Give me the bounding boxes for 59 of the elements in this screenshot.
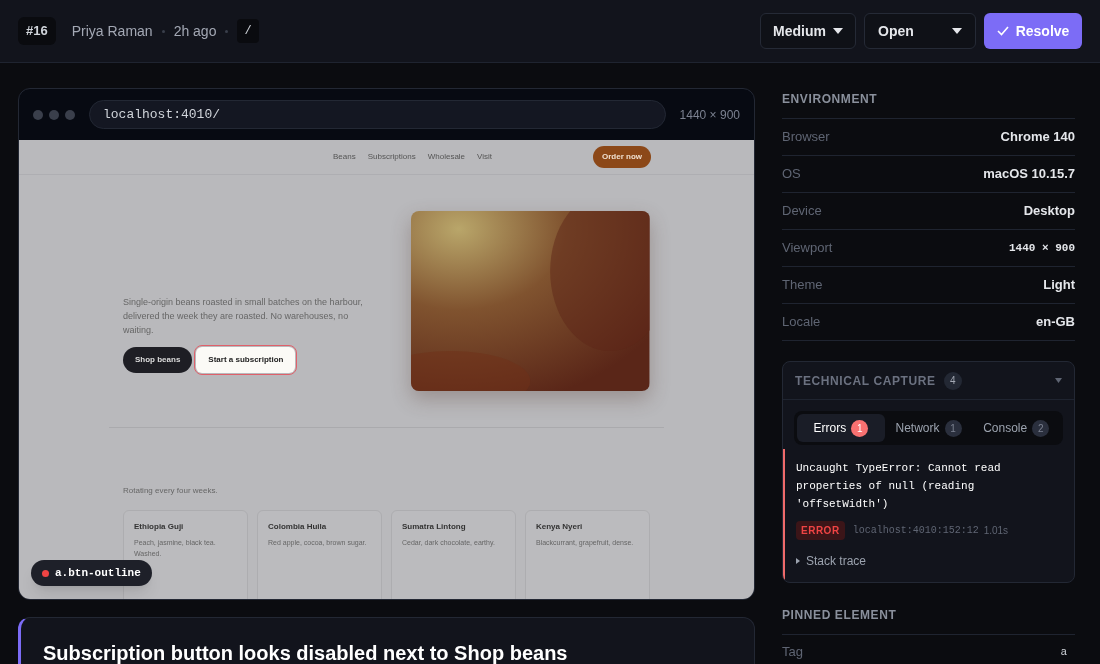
error-message: Uncaught TypeError: Cannot read properties of null (reading 'offsetWidth')	[796, 461, 1002, 512]
viewport-size: 1440 × 900	[679, 106, 740, 124]
pinned-label: Tag	[782, 643, 803, 662]
product-title: Sumatra Lintong	[402, 521, 467, 533]
product-title: Ethiopia Guji	[134, 521, 185, 533]
issue-title: Subscription button looks disabled next to Shop beans	[43, 642, 569, 664]
env-value: 1440 × 900	[1009, 240, 1075, 256]
capture-tab[interactable]: Errors 1	[797, 414, 885, 442]
env-value: Chrome 140	[1000, 128, 1075, 147]
section-text: Rotating every four weeks.	[123, 485, 219, 497]
section-heading: PINNED ELEMENT	[782, 606, 1075, 635]
priority-dropdown[interactable]: Medium	[760, 13, 856, 49]
capture-tab[interactable]: Console 2	[972, 414, 1060, 442]
site-nav-link[interactable]: Wholesale	[427, 151, 466, 163]
error-badge: ERROR	[796, 521, 845, 540]
env-label: Browser	[782, 128, 830, 147]
env-label: OS	[782, 165, 801, 184]
caret-icon	[952, 28, 962, 34]
env-value: Desktop	[1023, 202, 1075, 221]
site-button[interactable]: Shop beans	[123, 347, 193, 373]
env-value: Light	[1043, 276, 1075, 295]
pinned-value: a	[1060, 644, 1068, 660]
caret-icon	[833, 28, 843, 34]
site-nav-link[interactable]: Visit	[477, 151, 493, 163]
capture-tab[interactable]: Network 1	[884, 414, 973, 442]
env-value: macOS 10.15.7	[983, 165, 1075, 184]
order-button[interactable]: Order now	[593, 146, 651, 168]
address-bar[interactable]: localhost:4010/	[89, 100, 666, 129]
env-label: Theme	[782, 276, 823, 295]
section-heading: ENVIRONMENT	[782, 88, 1075, 119]
env-label: Locale	[782, 313, 821, 332]
env-value: en-GB	[1036, 313, 1075, 332]
site-nav-link[interactable]: Subscriptions	[367, 151, 416, 163]
env-label: Device	[782, 202, 822, 221]
issue-number: #16	[18, 17, 56, 45]
selector-text: a.btn-outline	[55, 565, 141, 581]
count-badge: 2	[1032, 419, 1050, 437]
resolve-button[interactable]: Resolve	[984, 13, 1082, 49]
error-time: 1.01s	[983, 524, 1009, 538]
status-dropdown[interactable]: Open	[864, 13, 976, 49]
product-title: Kenya Nyeri	[536, 521, 584, 533]
count-badge: 1	[851, 419, 869, 437]
panel-title: TECHNICAL CAPTURE	[795, 372, 936, 390]
product-title: Colombia Huila	[268, 521, 328, 533]
check-icon	[996, 26, 1009, 36]
site-nav-link[interactable]: Beans	[333, 151, 356, 163]
error-location: localhost:4010:152:12	[852, 524, 979, 538]
hero-text: Single-origin beans roasted in small batches on the harbour, delivered the week they are roasted. No warehouses, no waiting.	[123, 296, 364, 337]
page-path: /	[237, 19, 259, 43]
count-badge: 1	[944, 419, 962, 437]
collapse-icon[interactable]	[1055, 378, 1062, 383]
count-badge: 4	[943, 371, 962, 390]
env-label: Viewport	[782, 239, 833, 258]
site-button[interactable]: Start a subscription	[196, 347, 296, 373]
timestamp: 2h ago	[173, 21, 217, 41]
author-name: Priya Raman	[71, 21, 153, 41]
expand-icon	[796, 558, 800, 564]
stack-trace-toggle[interactable]: Stack trace	[796, 552, 867, 570]
window-dots-icon	[33, 109, 75, 120]
